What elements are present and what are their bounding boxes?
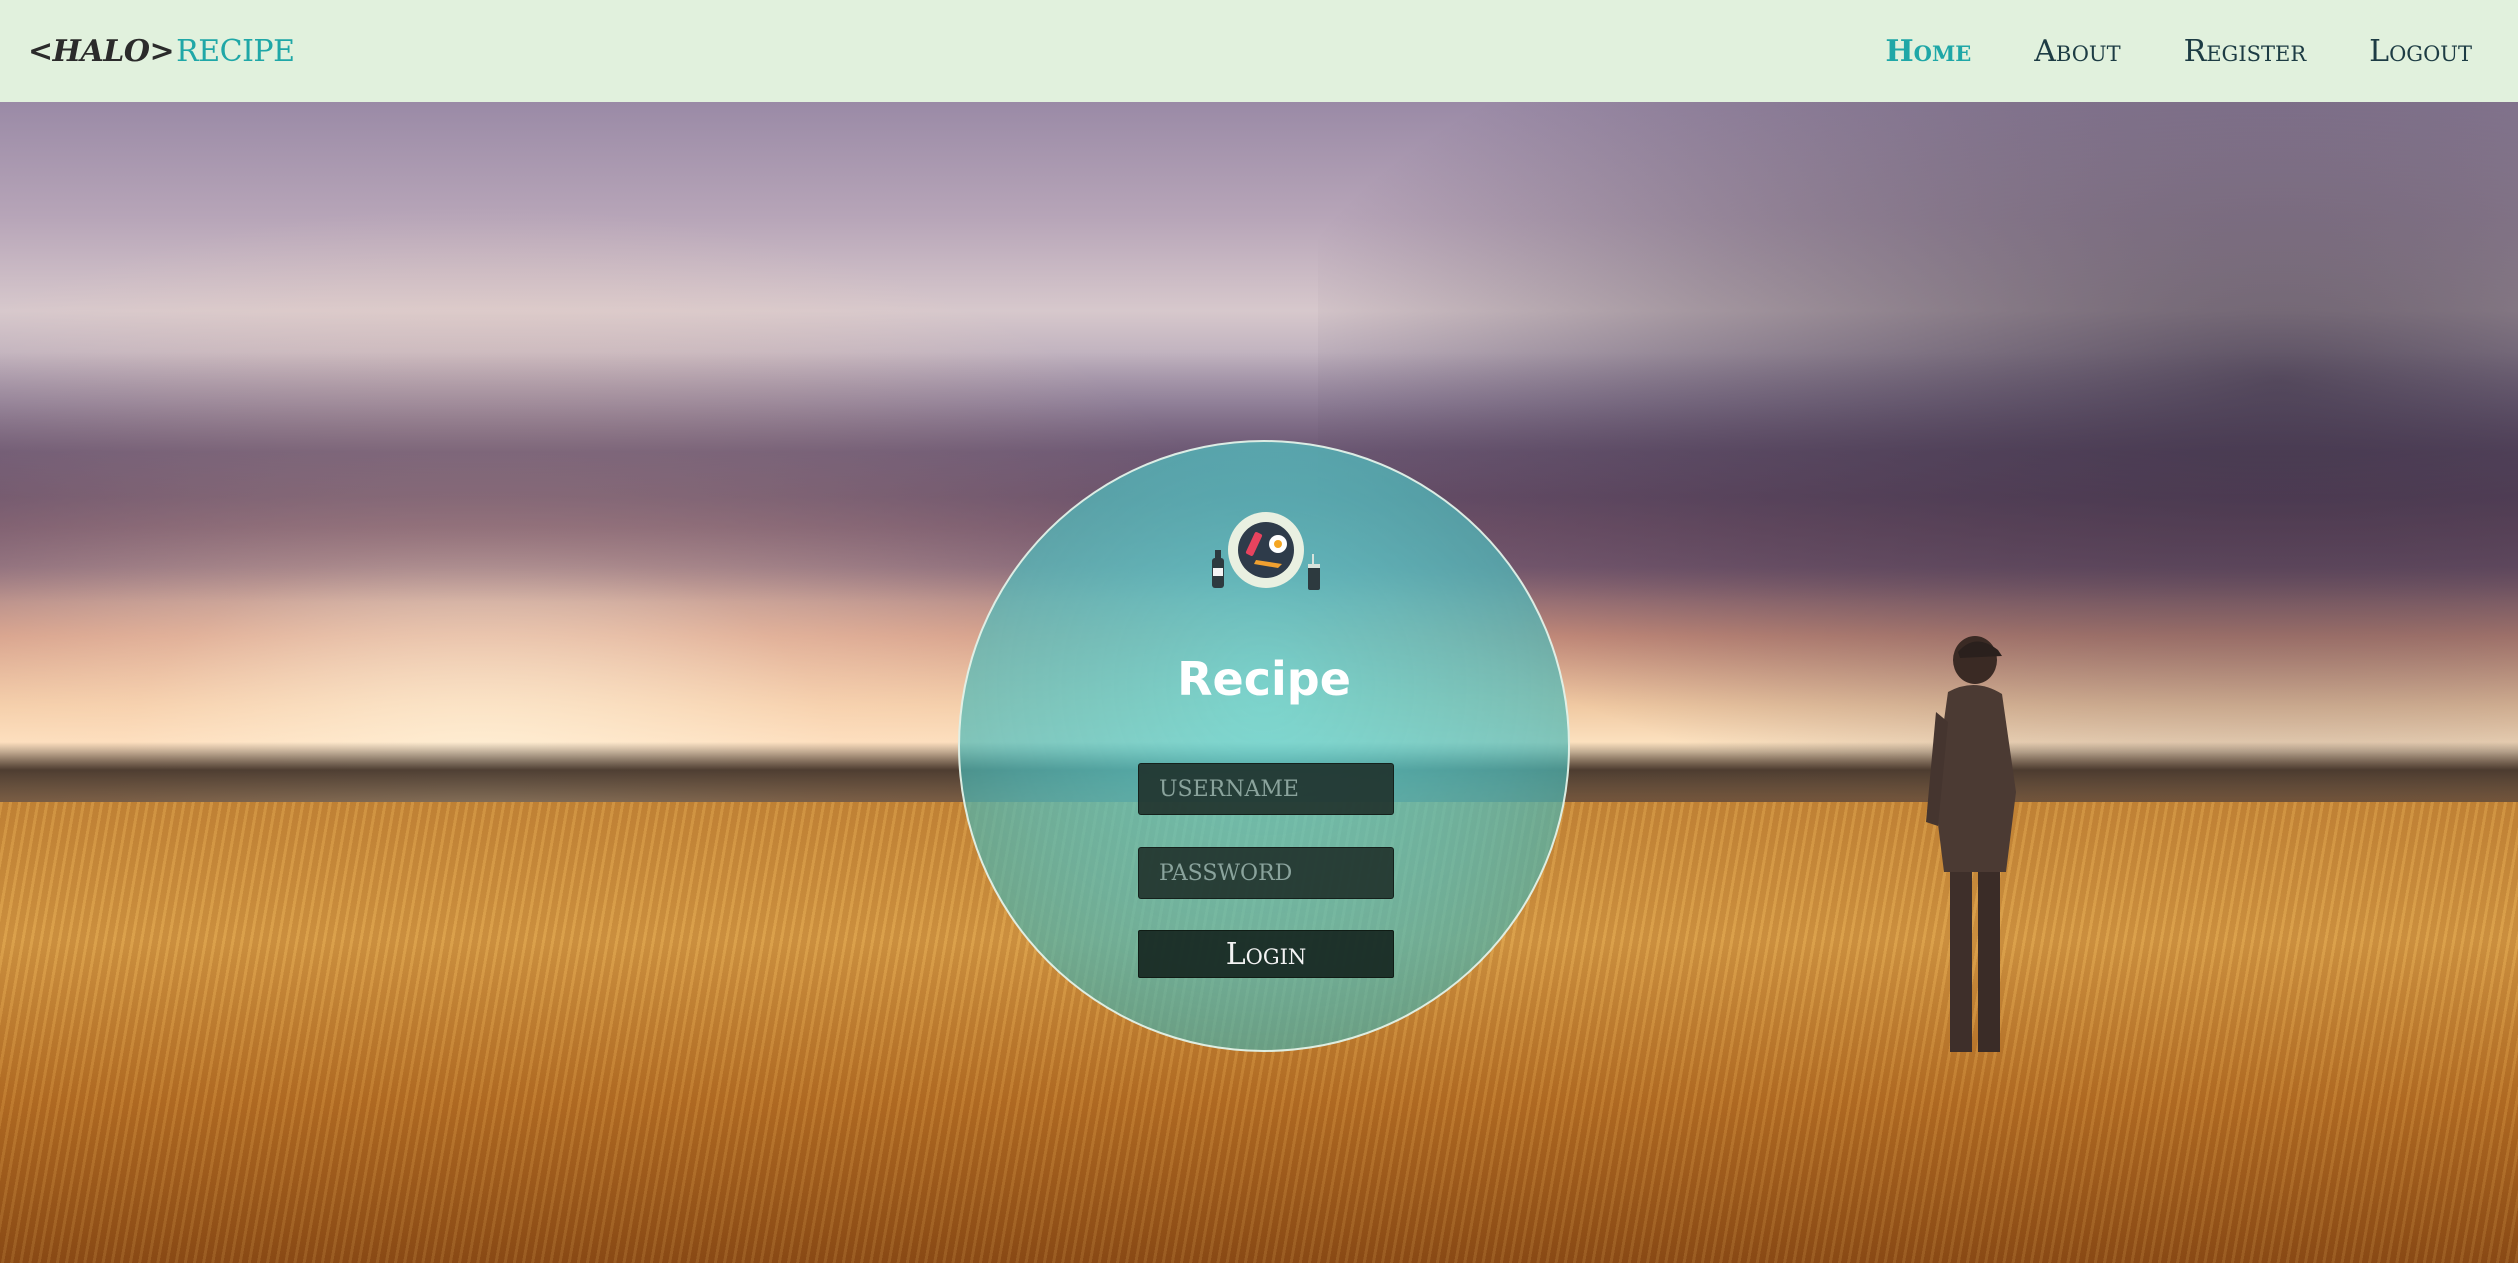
navbar: <HALO> RECIPE Home About Register Logout xyxy=(0,0,2518,102)
login-button[interactable]: Login xyxy=(1138,930,1394,978)
nav-home[interactable]: Home xyxy=(1885,34,1971,69)
password-input[interactable] xyxy=(1138,847,1394,899)
brand-name: RECIPE xyxy=(176,33,295,69)
breakfast-plate-icon xyxy=(1212,512,1320,590)
brand-prefix: <HALO> xyxy=(28,33,175,69)
nav-logout[interactable]: Logout xyxy=(2369,34,2472,69)
login-panel: Recipe Login xyxy=(958,440,1570,1052)
nav-about[interactable]: About xyxy=(2034,34,2120,69)
nav-register[interactable]: Register xyxy=(2184,34,2307,69)
username-input[interactable] xyxy=(1138,763,1394,815)
nav-links: Home About Register Logout xyxy=(1822,34,2472,69)
brand-logo[interactable]: <HALO> RECIPE xyxy=(28,34,295,69)
standing-person-image xyxy=(1926,636,2016,1052)
login-title: Recipe xyxy=(1177,652,1351,706)
